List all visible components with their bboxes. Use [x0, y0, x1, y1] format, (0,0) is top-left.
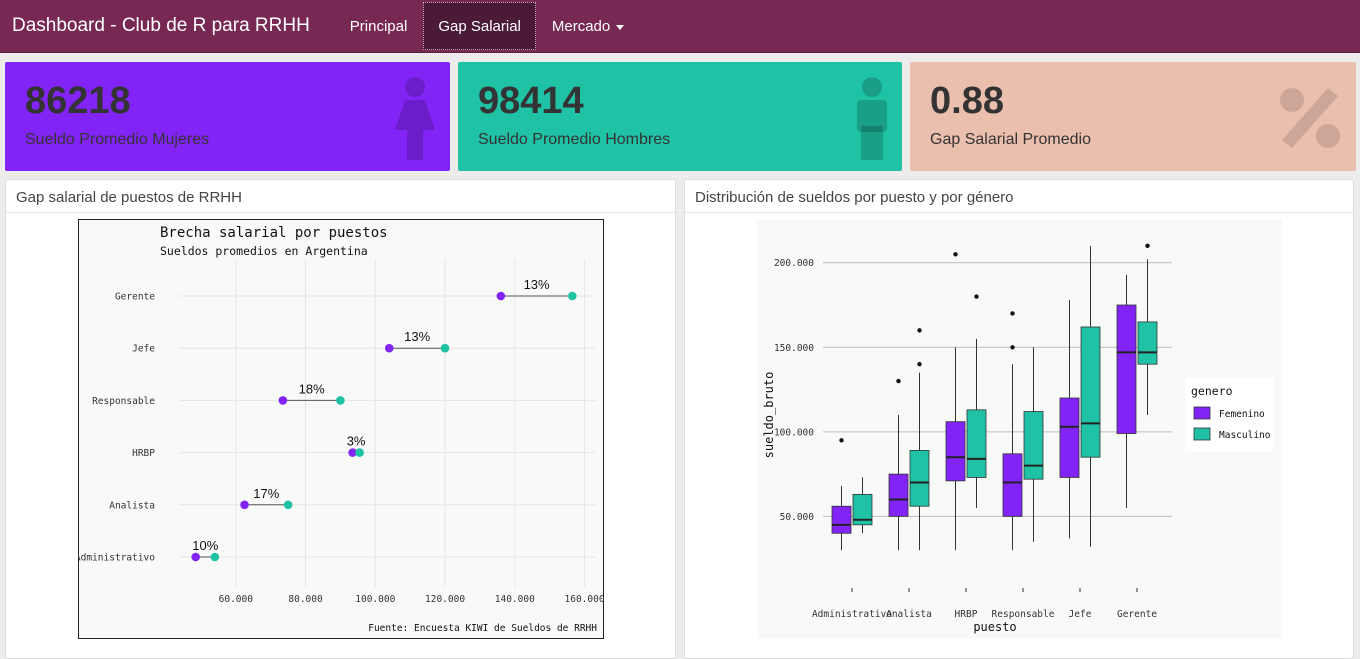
point-masculino [336, 396, 345, 405]
legend-key-femenino [1193, 406, 1211, 420]
box-femenino [1116, 304, 1137, 434]
point-femenino [240, 500, 249, 510]
point-femenino [191, 552, 200, 562]
chart-caption: Fuente: Encuesta KIWI de Sueldos de RRHH [368, 623, 597, 634]
x-tick-label: Gerente [1117, 609, 1157, 620]
x-tick-label: 160.000 [565, 594, 604, 605]
x-tick-label: Analista [886, 609, 932, 620]
value-box-value: 86218 [25, 80, 131, 122]
value-box-gap: 0.88 Gap Salarial Promedio [910, 62, 1356, 171]
y-tick-label: Gerente [115, 292, 155, 303]
point-femenino [496, 291, 506, 301]
value-box-value: 98414 [478, 80, 584, 122]
point-masculino [440, 343, 450, 353]
value-box-hombres: 98414 Sueldo Promedio Hombres [458, 62, 902, 171]
x-tick-label: 140.000 [495, 594, 535, 605]
x-tick-label: 80.000 [288, 594, 323, 605]
outlier-point [839, 438, 844, 443]
value-box-subtitle: Sueldo Promedio Hombres [478, 131, 671, 148]
gap-label: 13% [524, 277, 550, 292]
y-tick-label: 200.000 [774, 258, 814, 269]
outlier-point [1145, 243, 1150, 249]
panel-title: Distribución de sueldos por puesto y por… [685, 180, 1353, 213]
point-femenino [384, 343, 394, 353]
male-icon [857, 77, 887, 160]
chart-subtitle: Sueldos promedios en Argentina [160, 244, 368, 258]
navbar: Dashboard - Club de R para RRHH Principa… [0, 0, 1360, 53]
gap-label: 13% [404, 329, 430, 344]
outlier-point [1010, 311, 1015, 316]
nav-menu-mercado[interactable]: Mercado [538, 2, 638, 50]
point-masculino [283, 500, 293, 510]
y-tick-label: Jefe [132, 344, 155, 355]
nav-tab-gap-salarial[interactable]: Gap Salarial [423, 2, 536, 50]
legend-title: genero [1191, 384, 1233, 398]
outlier-point [896, 378, 901, 384]
box-masculino [1023, 411, 1044, 480]
panel-title: Gap salarial de puestos de RRHH [6, 180, 675, 213]
y-tick-label: Analista [109, 500, 155, 511]
legend-label: Femenino [1219, 409, 1265, 420]
y-tick-label: Administrativo [78, 553, 155, 564]
outlier-point [917, 361, 922, 367]
value-box-mujeres: 86218 Sueldo Promedio Mujeres [5, 62, 450, 171]
outlier-point [953, 252, 958, 257]
x-tick-label: Jefe [1069, 609, 1092, 620]
gap-label: 3% [347, 434, 366, 449]
caret-down-icon [616, 24, 625, 30]
x-tick-label: 60.000 [219, 594, 254, 605]
x-tick-label: Responsable [992, 609, 1055, 620]
x-tick-label: 100.000 [355, 594, 395, 605]
gap-label: 18% [299, 381, 325, 396]
gap-label: 10% [192, 538, 218, 553]
gap-label: 17% [253, 486, 279, 501]
y-tick-label: HRBP [132, 448, 155, 459]
point-masculino [355, 448, 364, 457]
x-tick-label: HRBP [955, 609, 978, 620]
x-tick-label: 120.000 [425, 594, 465, 605]
box-masculino [1137, 321, 1158, 365]
box-femenino [888, 473, 909, 517]
box-femenino [831, 505, 852, 534]
outlier-point [1010, 345, 1015, 350]
y-tick-label: 50.000 [780, 512, 815, 523]
point-femenino [278, 396, 288, 405]
point-masculino [210, 552, 220, 562]
box-femenino [945, 421, 966, 482]
chart-title: Brecha salarial por puestos [160, 225, 388, 241]
outlier-point [917, 328, 922, 333]
legend-key-masculino [1193, 427, 1211, 441]
nav-menu-mercado-label: Mercado [551, 17, 611, 35]
y-tick-label: 100.000 [774, 427, 814, 438]
box-femenino [1059, 397, 1080, 478]
y-axis-label: sueldo_bruto [762, 372, 776, 459]
percent-icon [1280, 88, 1340, 148]
y-tick-label: Responsable [92, 396, 155, 407]
dumbbell-chart: 60.000 80.000 100.000 120.000 140.000 160.000… [78, 219, 604, 639]
legend-label: Masculino [1219, 430, 1271, 441]
y-tick-label: 150.000 [774, 343, 814, 354]
box-masculino [1080, 326, 1101, 458]
x-tick-label: Administrativo [812, 609, 892, 620]
outlier-point [974, 294, 979, 299]
x-axis-label: puesto [973, 620, 1016, 634]
boxplot-chart: 50.000 100.000 150.000 200.000 Administrativ… [757, 220, 1282, 639]
value-box-value: 0.88 [930, 80, 1004, 122]
box-masculino [966, 409, 987, 478]
point-masculino [568, 291, 577, 301]
nav-tab-principal[interactable]: Principal [336, 2, 422, 50]
app-brand[interactable]: Dashboard - Club de R para RRHH [0, 15, 322, 37]
box-femenino [1002, 453, 1023, 517]
value-box-subtitle: Gap Salarial Promedio [930, 131, 1091, 148]
female-icon [395, 77, 435, 160]
box-masculino [909, 450, 930, 507]
value-box-subtitle: Sueldo Promedio Mujeres [25, 131, 210, 148]
